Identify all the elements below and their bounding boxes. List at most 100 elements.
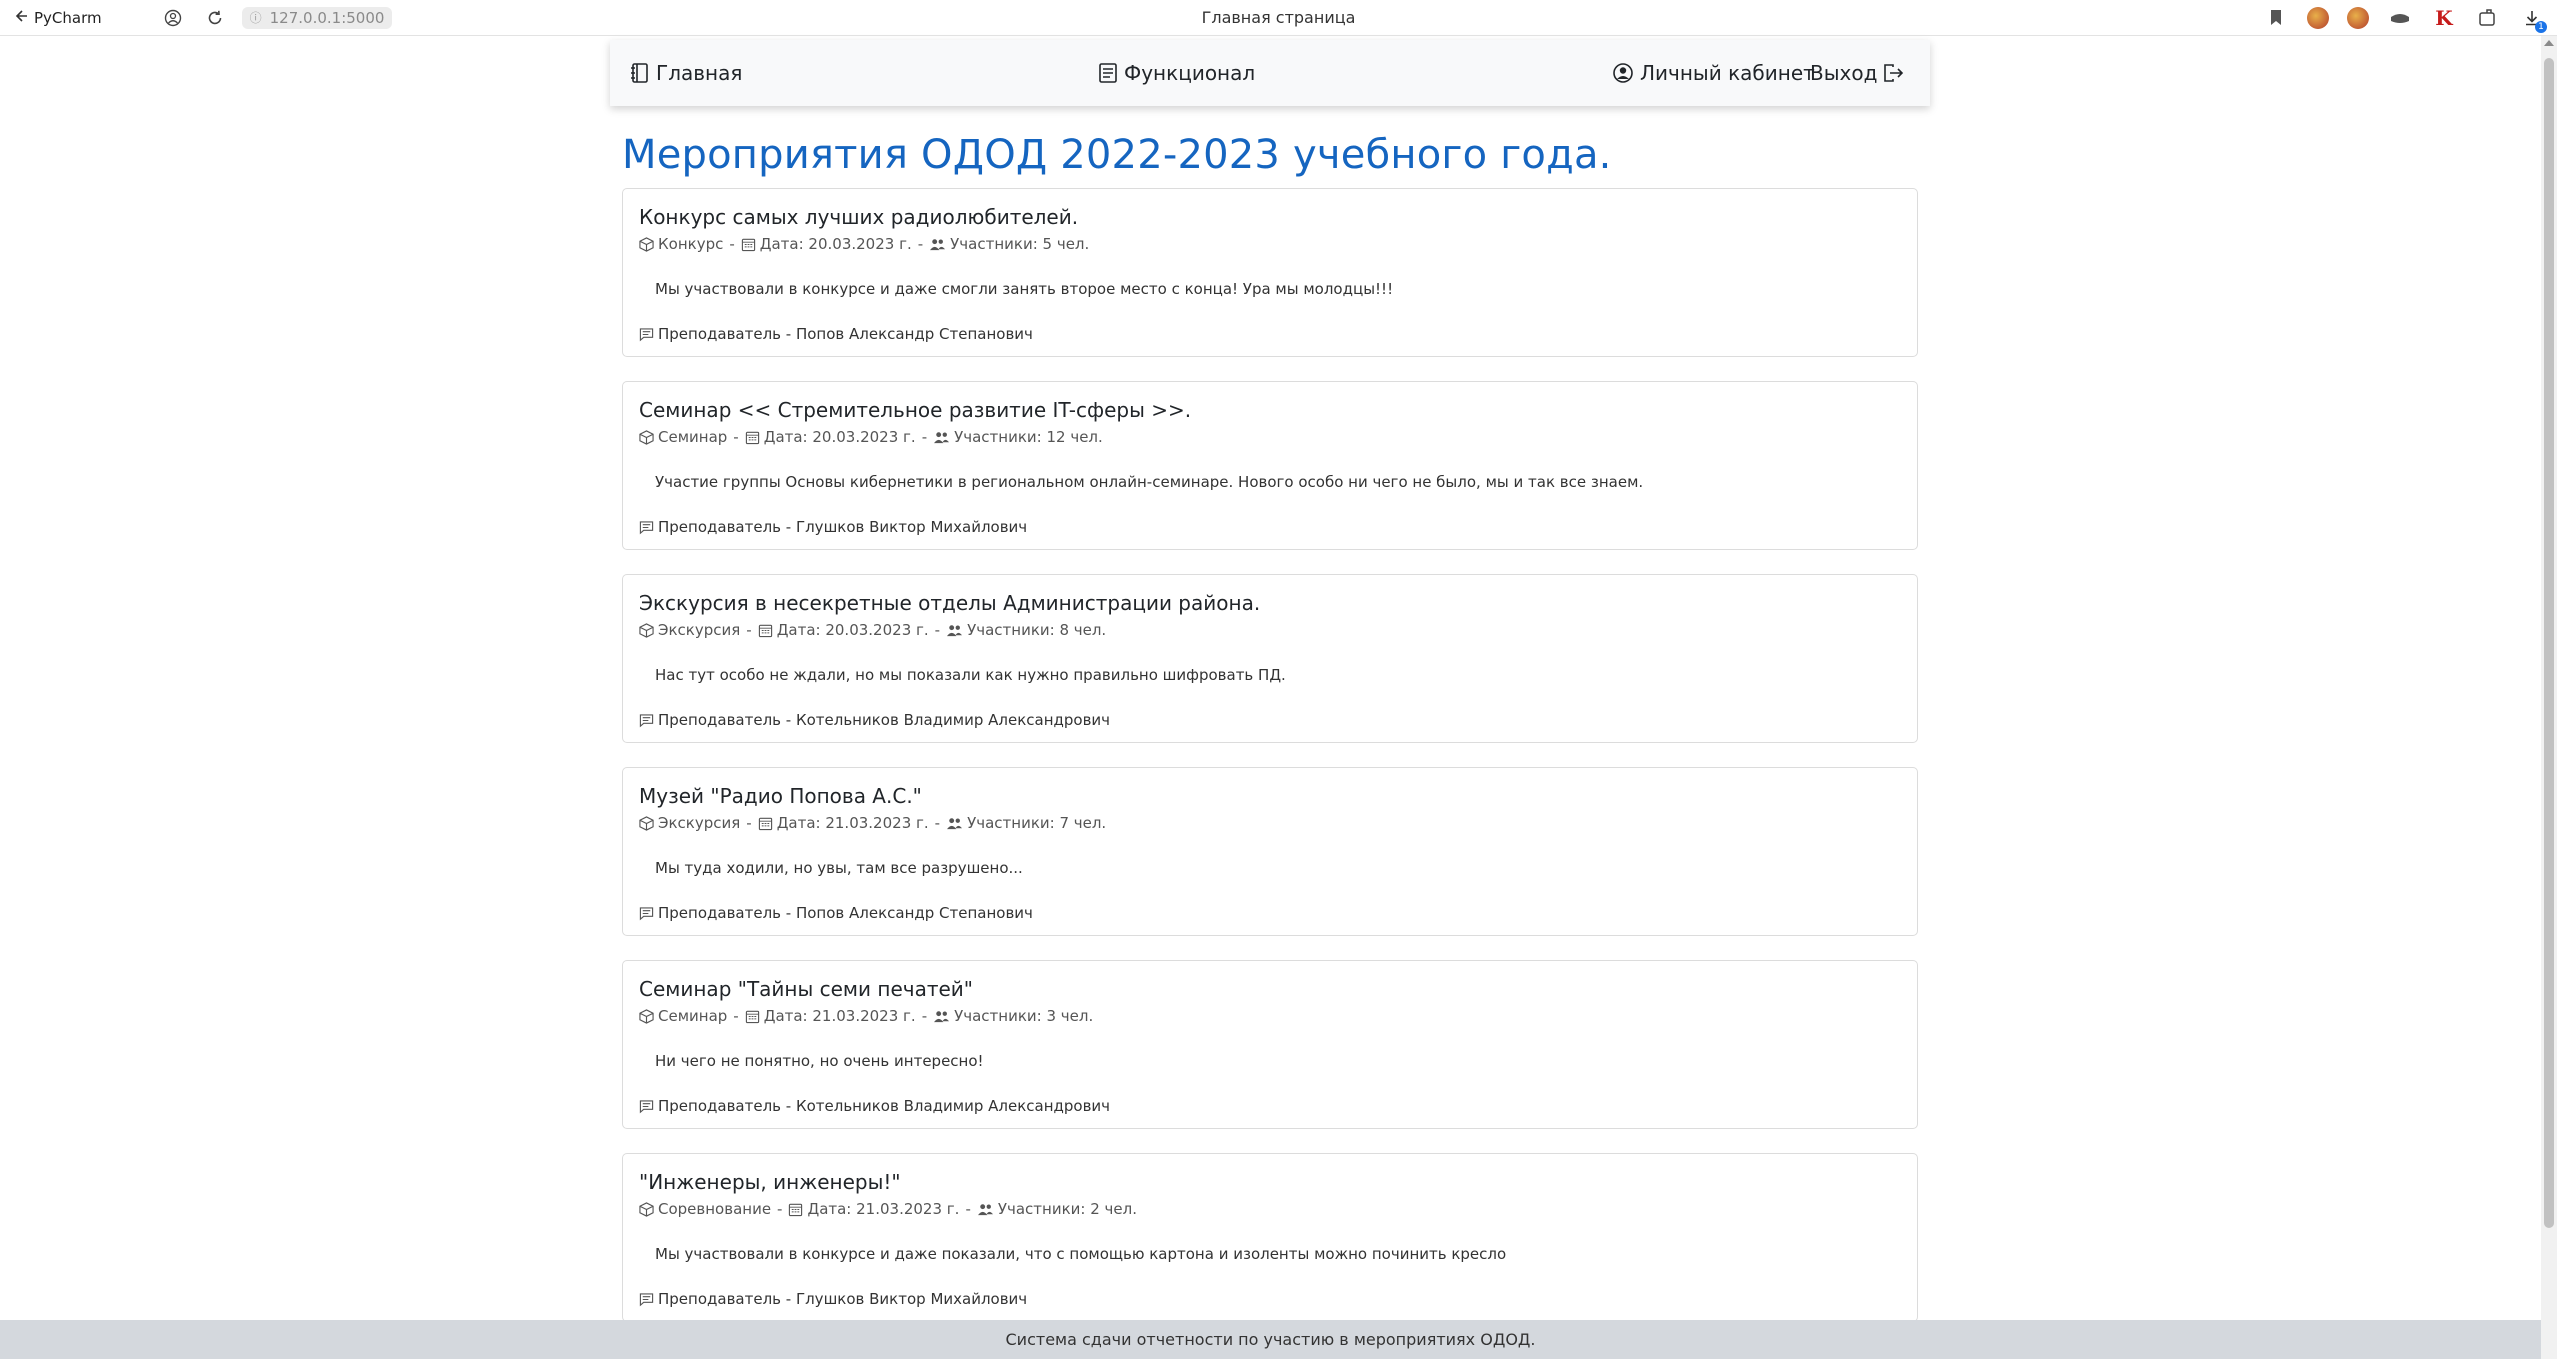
- event-card: "Инженеры, инженеры!" Соревнование - Дат…: [622, 1153, 1918, 1322]
- event-description: Мы участвовали в конкурсе и даже показал…: [655, 1245, 1507, 1263]
- event-date: Дата: 20.03.2023 г.: [763, 428, 916, 446]
- box-icon: [639, 236, 654, 252]
- event-description: Участие группы Основы кибернетики в реги…: [655, 473, 1644, 491]
- event-card: Конкурс самых лучших радиолюбителей. Кон…: [622, 188, 1918, 357]
- kaspersky-icon[interactable]: K: [2431, 5, 2457, 31]
- nav-exit-label: Выход: [1810, 61, 1878, 85]
- meta-separator: -: [934, 814, 941, 832]
- event-teacher: Преподаватель - Глушков Виктор Михайлови…: [639, 1290, 1901, 1308]
- meta-separator: -: [746, 621, 752, 639]
- event-participants: Участники: 3 чел.: [954, 1007, 1094, 1025]
- extensions-icon[interactable]: [2475, 5, 2501, 31]
- events-list: Конкурс самых лучших радиолюбителей. Кон…: [622, 188, 1918, 1346]
- footer-text: Система сдачи отчетности по участию в ме…: [1005, 1330, 1536, 1349]
- meta-separator: -: [934, 621, 941, 639]
- back-button[interactable]: PyCharm: [14, 9, 102, 27]
- event-participants: Участники: 5 чел.: [950, 235, 1090, 253]
- address-bar[interactable]: ⓘ 127.0.0.1:5000: [241, 6, 393, 29]
- event-participants: Участники: 8 чел.: [967, 621, 1107, 639]
- extension-apple-2-icon[interactable]: [2347, 7, 2369, 29]
- people-icon: [977, 1203, 993, 1215]
- people-icon: [947, 817, 963, 829]
- event-meta: Конкурс - Дата: 20.03.2023 г. - Участник…: [639, 235, 1901, 253]
- event-meta: Семинар - Дата: 21.03.2023 г. - Участник…: [639, 1007, 1901, 1025]
- meta-separator: -: [729, 235, 735, 253]
- nav-home-link[interactable]: Главная: [630, 61, 742, 85]
- nav-cabinet-link[interactable]: Личный кабинет: [1612, 61, 1815, 85]
- meta-separator: -: [777, 1200, 783, 1218]
- scroll-up-arrow-icon[interactable]: [2544, 40, 2554, 46]
- event-title: Семинар << Стремительное развитие IT-сфе…: [639, 398, 1192, 422]
- event-participants: Участники: 2 чел.: [997, 1200, 1137, 1218]
- people-icon: [930, 238, 946, 250]
- person-circle-icon: [1612, 62, 1634, 84]
- list-doc-icon: [1098, 62, 1118, 84]
- nav-functional-label: Функционал: [1124, 61, 1256, 85]
- nav-home-label: Главная: [656, 61, 743, 85]
- reload-icon[interactable]: [204, 7, 226, 29]
- nav-exit-link[interactable]: Выход: [1810, 61, 1905, 85]
- event-title: Музей "Радио Попова А.С.": [639, 784, 922, 808]
- chat-text-icon: [639, 520, 654, 534]
- event-teacher-label: Преподаватель - Попов Александр Степанов…: [658, 904, 1033, 922]
- event-card: Музей "Радио Попова А.С." Экскурсия - Да…: [622, 767, 1918, 936]
- box-icon: [639, 622, 654, 638]
- chat-text-icon: [639, 906, 654, 920]
- downloads-badge: 1: [2535, 21, 2547, 33]
- meta-separator: -: [917, 235, 924, 253]
- event-teacher: Преподаватель - Попов Александр Степанов…: [639, 325, 1901, 343]
- browser-actions: K 1: [2263, 0, 2547, 36]
- chat-text-icon: [639, 1099, 654, 1113]
- site-info-icon[interactable]: ⓘ: [250, 9, 262, 26]
- event-description: Ни чего не понятно, но очень интересно!: [655, 1052, 984, 1070]
- event-date: Дата: 20.03.2023 г.: [776, 621, 929, 639]
- main-navbar: Главная Функционал Личный кабинет Выход: [610, 40, 1930, 106]
- calendar-icon: [758, 624, 772, 637]
- calendar-icon: [745, 431, 759, 444]
- vertical-scrollbar[interactable]: [2541, 36, 2557, 1359]
- event-type: Семинар: [658, 1007, 728, 1025]
- event-teacher: Преподаватель - Котельников Владимир Але…: [639, 1097, 1901, 1115]
- event-description: Мы туда ходили, но увы, там все разрушен…: [655, 859, 1023, 877]
- event-teacher-label: Преподаватель - Глушков Виктор Михайлови…: [658, 1290, 1028, 1308]
- nav-cabinet-label: Личный кабинет: [1640, 61, 1815, 85]
- scrollbar-thumb[interactable]: [2544, 58, 2554, 1228]
- meta-separator: -: [921, 428, 928, 446]
- downloads-icon[interactable]: 1: [2519, 5, 2547, 33]
- event-type: Семинар: [658, 428, 728, 446]
- people-icon: [934, 1010, 950, 1022]
- extension-hat-icon[interactable]: [2387, 5, 2413, 31]
- journal-icon: [630, 62, 650, 84]
- back-label: PyCharm: [34, 8, 102, 27]
- nav-functional-link[interactable]: Функционал: [1098, 61, 1255, 85]
- event-date: Дата: 20.03.2023 г.: [759, 235, 912, 253]
- event-meta: Экскурсия - Дата: 20.03.2023 г. - Участн…: [639, 621, 1901, 639]
- meta-separator: -: [746, 814, 752, 832]
- box-icon: [639, 429, 654, 445]
- event-title: Экскурсия в несекретные отделы Администр…: [639, 591, 1261, 615]
- event-date: Дата: 21.03.2023 г.: [807, 1200, 960, 1218]
- event-type: Конкурс: [658, 235, 724, 253]
- chat-text-icon: [639, 327, 654, 341]
- bookmark-icon[interactable]: [2263, 5, 2289, 31]
- meta-separator: -: [965, 1200, 971, 1218]
- event-meta: Семинар - Дата: 20.03.2023 г. - Участник…: [639, 428, 1901, 446]
- extension-apple-icon[interactable]: [2307, 7, 2329, 29]
- event-date: Дата: 21.03.2023 г.: [763, 1007, 916, 1025]
- box-icon: [639, 1201, 654, 1217]
- event-card: Экскурсия в несекретные отделы Администр…: [622, 574, 1918, 743]
- event-type: Экскурсия: [658, 621, 741, 639]
- people-icon: [934, 431, 950, 443]
- event-card: Семинар "Тайны семи печатей" Семинар - Д…: [622, 960, 1918, 1129]
- chat-text-icon: [639, 713, 654, 727]
- event-teacher-label: Преподаватель - Глушков Виктор Михайлови…: [658, 518, 1028, 536]
- event-participants: Участники: 7 чел.: [967, 814, 1107, 832]
- box-icon: [639, 1008, 654, 1024]
- calendar-icon: [745, 1010, 759, 1023]
- account-icon[interactable]: [162, 7, 184, 29]
- event-teacher: Преподаватель - Котельников Владимир Але…: [639, 711, 1901, 729]
- calendar-icon: [789, 1203, 803, 1216]
- event-participants: Участники: 12 чел.: [954, 428, 1103, 446]
- event-teacher: Преподаватель - Попов Александр Степанов…: [639, 904, 1901, 922]
- event-teacher-label: Преподаватель - Котельников Владимир Але…: [658, 1097, 1111, 1115]
